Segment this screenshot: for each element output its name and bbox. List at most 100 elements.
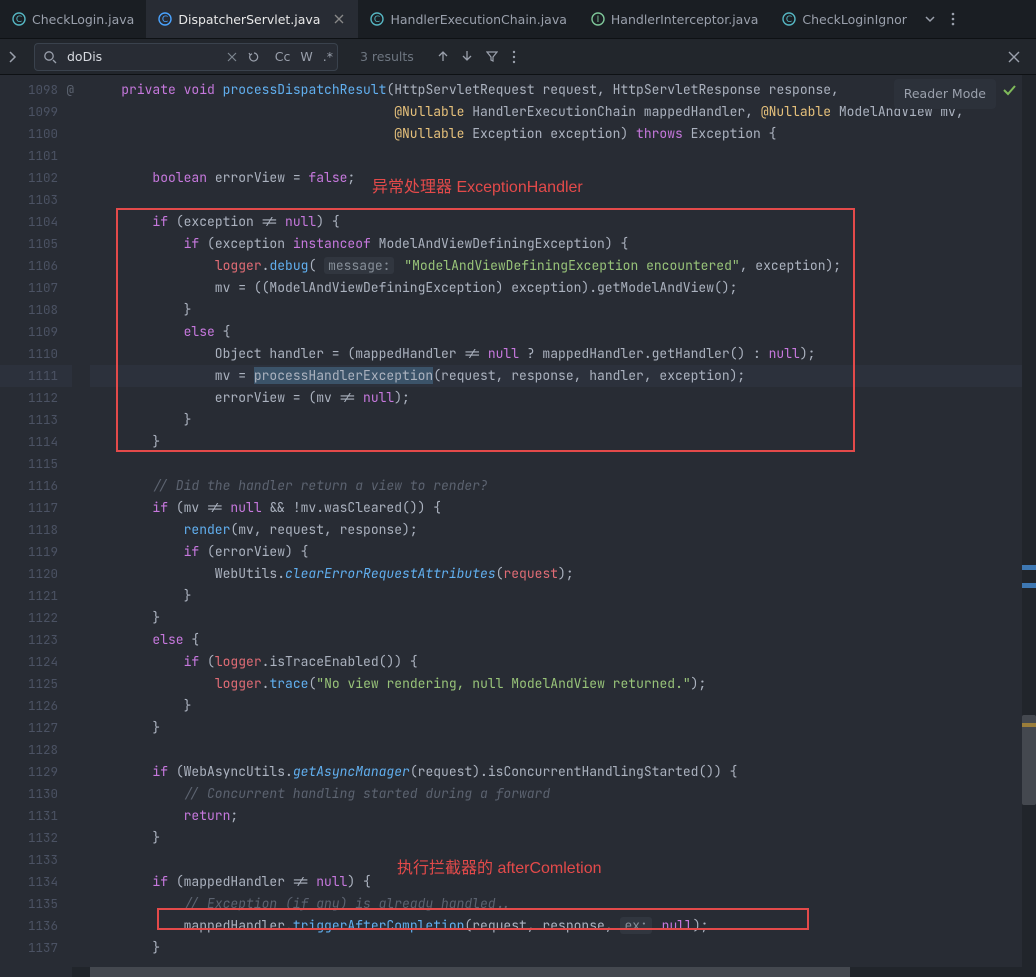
tab-checklogin[interactable]: C CheckLogin.java [0,0,146,38]
line-number: 1121 [0,585,72,607]
code-line[interactable]: logger.debug( message: "ModelAndViewDefi… [90,255,1022,277]
line-number: 1122 [0,607,72,629]
code-line[interactable]: } [90,607,1022,629]
line-number: 1103 [0,189,72,211]
code-line[interactable]: } [90,299,1022,321]
code-line[interactable]: WebUtils.clearErrorRequestAttributes(req… [90,563,1022,585]
find-more-button[interactable] [512,50,516,64]
tab-dispatcherservlet[interactable]: C DispatcherServlet.java [146,0,358,38]
code-line[interactable]: mv = ((ModelAndViewDefiningException) ex… [90,277,1022,299]
line-number: 1116 [0,475,72,497]
line-number: 1127 [0,717,72,739]
code-line[interactable]: boolean errorView = false; [90,167,1022,189]
line-number: 1125 [0,673,72,695]
java-interface-icon: I [591,12,605,26]
search-icon [43,50,57,64]
editor: 1098109911001101110211031104110511061107… [0,75,1036,977]
code-line[interactable]: if (exception instanceof ModelAndViewDef… [90,233,1022,255]
code-line[interactable] [90,739,1022,761]
code-line[interactable]: // Exception (if any) is already handled… [90,893,1022,915]
line-number: 1098 [0,79,72,101]
java-class-icon: C [370,12,384,26]
editor-tabs: C CheckLogin.java C DispatcherServlet.ja… [0,0,1036,39]
code-line[interactable]: // Did the handler return a view to rend… [90,475,1022,497]
reader-mode-button[interactable]: Reader Mode [894,79,996,109]
code-line[interactable]: mappedHandler.triggerAfterCompletion(req… [90,915,1022,937]
check-icon [1002,83,1016,97]
code-line[interactable]: return; [90,805,1022,827]
code-line[interactable]: render(mv, request, response); [90,519,1022,541]
line-number: 1120 [0,563,72,585]
code-line[interactable]: errorView = (mv != null); [90,387,1022,409]
tab-options-button[interactable] [941,0,965,38]
code-line[interactable]: } [90,695,1022,717]
code-line[interactable]: if (errorView) { [90,541,1022,563]
code-line[interactable]: if (exception != null) { [90,211,1022,233]
code-line[interactable]: private void processDispatchResult(HttpS… [90,79,1022,101]
find-prev-button[interactable] [438,50,448,64]
line-number: 1105 [0,233,72,255]
line-number: 1100 [0,123,72,145]
svg-text:C: C [162,15,168,25]
line-number: 1128 [0,739,72,761]
code-line[interactable]: } [90,585,1022,607]
code-line[interactable]: } [90,717,1022,739]
close-find-button[interactable] [998,51,1030,63]
code-area[interactable]: private void processDispatchResult(HttpS… [72,75,1022,977]
tab-label: HandlerExecutionChain.java [390,12,566,27]
code-line[interactable]: @Nullable Exception exception) throws Ex… [90,123,1022,145]
line-number: 1129 [0,761,72,783]
svg-text:C: C [374,15,380,25]
tab-handlerexecutionchain[interactable]: C HandlerExecutionChain.java [358,0,578,38]
line-number: 1112 [0,387,72,409]
filter-icon[interactable] [486,50,498,64]
code-line[interactable]: logger.trace("No view rendering, null Mo… [90,673,1022,695]
code-line[interactable] [90,849,1022,871]
find-next-button[interactable] [462,50,472,64]
code-line[interactable]: if (mv != null && !mv.wasCleared()) { [90,497,1022,519]
code-line[interactable]: // Concurrent handling started during a … [90,783,1022,805]
find-expand-button[interactable] [0,51,26,63]
search-history-icon[interactable] [247,50,261,64]
line-number: 1101 [0,145,72,167]
code-line[interactable]: if (WebAsyncUtils.getAsyncManager(reques… [90,761,1022,783]
code-line[interactable]: if (mappedHandler != null) { [90,871,1022,893]
code-line[interactable]: } [90,827,1022,849]
find-input[interactable] [65,48,209,65]
code-line[interactable]: else { [90,629,1022,651]
java-class-icon: C [782,12,796,26]
tab-checkloginignor[interactable]: C CheckLoginIgnor [770,0,919,38]
regex-toggle[interactable]: .* [323,49,333,64]
close-icon[interactable] [332,12,346,26]
code-line[interactable] [90,145,1022,167]
svg-text:C: C [786,15,792,25]
svg-text:I: I [597,15,600,25]
find-results-count: 3 results [360,49,414,64]
code-line[interactable]: @Nullable HandlerExecutionChain mappedHa… [90,101,1022,123]
code-line[interactable]: mv = processHandlerException(request, re… [90,365,1022,387]
whole-word-toggle[interactable]: W [300,49,312,64]
vertical-scrollbar[interactable] [1022,75,1036,977]
code-line[interactable]: } [90,937,1022,959]
line-number: 1131 [0,805,72,827]
tab-label: CheckLoginIgnor [802,12,907,27]
more-tabs-button[interactable] [919,0,941,38]
code-line[interactable]: else { [90,321,1022,343]
line-number: 1117 [0,497,72,519]
find-bar: Cc W .* 3 results [0,39,1036,75]
code-line[interactable]: } [90,431,1022,453]
code-line[interactable] [90,189,1022,211]
horizontal-scrollbar[interactable] [72,967,1022,977]
clear-search-icon[interactable] [227,52,237,62]
code-line[interactable]: if (logger.isTraceEnabled()) { [90,651,1022,673]
tab-handlerinterceptor[interactable]: I HandlerInterceptor.java [579,0,771,38]
code-line[interactable]: } [90,409,1022,431]
code-line[interactable] [90,453,1022,475]
match-case-toggle[interactable]: Cc [275,49,291,64]
line-number: 1124 [0,651,72,673]
code-line[interactable]: Object handler = (mappedHandler != null … [90,343,1022,365]
line-number: 1108 [0,299,72,321]
find-options: Cc W .* [275,49,333,64]
line-number: 1135 [0,893,72,915]
line-number: 1118 [0,519,72,541]
